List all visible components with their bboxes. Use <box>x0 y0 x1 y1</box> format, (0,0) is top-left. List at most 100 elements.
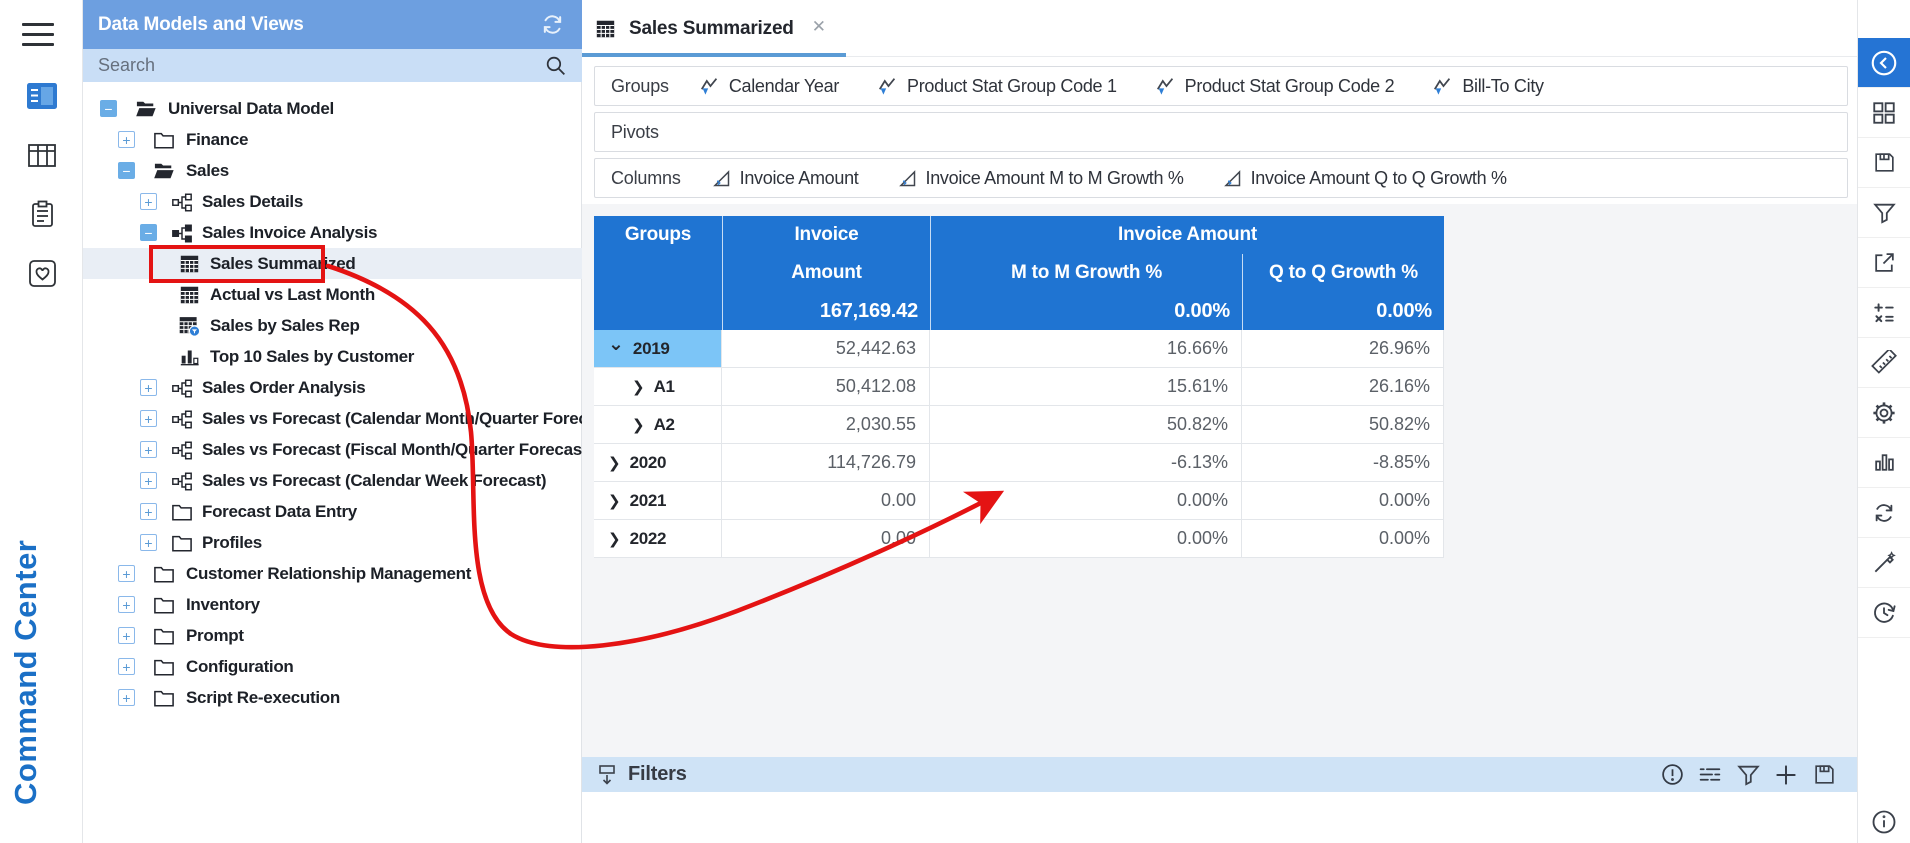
refresh-button[interactable] <box>1858 488 1910 538</box>
tree-item-forecast-data-entry[interactable]: +Forecast Data Entry <box>83 496 582 527</box>
grid-header-invoice-amount-span[interactable]: Invoice Amount <box>930 216 1444 254</box>
settings-button[interactable] <box>1858 388 1910 438</box>
expand-icon[interactable]: + <box>140 503 157 520</box>
expand-icon[interactable]: + <box>118 596 135 613</box>
chart-button[interactable] <box>1858 438 1910 488</box>
chevron-right-icon[interactable]: ❯ <box>608 492 621 510</box>
tasks-icon[interactable] <box>24 196 60 232</box>
hamburger-menu-icon[interactable] <box>22 16 56 46</box>
chevron-down-icon[interactable]: ⌄ <box>608 340 624 350</box>
tree-item-sales-vs-forecast-calendar-month-quarter-forecast[interactable]: +Sales vs Forecast (Calendar Month/Quart… <box>83 403 582 434</box>
grid-header-qtq[interactable]: Q to Q Growth % <box>1242 254 1444 292</box>
tab-title: Sales Summarized <box>629 18 794 40</box>
search-input[interactable]: Search <box>83 49 582 82</box>
filters-bar[interactable]: Filters <box>582 757 1857 792</box>
group-chip-product-stat-group-code-1[interactable]: Product Stat Group Code 1 <box>877 76 1117 97</box>
grid-header-groups[interactable]: Groups <box>594 216 722 254</box>
grid-body: ⌄201952,442.6316.66%26.96%❯A150,412.0815… <box>594 330 1444 558</box>
tree-item-customer-relationship-management[interactable]: +Customer Relationship Management <box>83 558 582 589</box>
expand-icon[interactable]: + <box>140 379 157 396</box>
tree-item-sales-by-sales-rep[interactable]: Sales by Sales Rep <box>83 310 582 341</box>
group-chip-calendar-year[interactable]: Calendar Year <box>699 76 839 97</box>
tree-item-sales-order-analysis[interactable]: +Sales Order Analysis <box>83 372 582 403</box>
grid-header-amount[interactable]: Amount <box>722 254 930 292</box>
tree-item-inventory[interactable]: +Inventory <box>83 589 582 620</box>
group-cell[interactable]: ⌄2019 <box>594 330 722 367</box>
column-chip-invoice-amount[interactable]: Invoice Amount <box>711 168 859 189</box>
expand-icon[interactable]: + <box>140 410 157 427</box>
group-cell[interactable]: ❯A1 <box>594 368 722 405</box>
column-chip-invoice-amount-q-to-q-growth[interactable]: Invoice Amount Q to Q Growth % <box>1222 168 1507 189</box>
tree-item-profiles[interactable]: +Profiles <box>83 527 582 558</box>
chevron-right-icon[interactable]: ❯ <box>608 454 621 472</box>
expand-icon[interactable]: + <box>118 131 135 148</box>
expand-icon[interactable]: + <box>140 193 157 210</box>
search-icon[interactable] <box>543 53 568 78</box>
tree-item-sales[interactable]: −Sales <box>83 155 582 186</box>
tree-item-sales-vs-forecast-fiscal-month-quarter-forecast[interactable]: +Sales vs Forecast (Fiscal Month/Quarter… <box>83 434 582 465</box>
expand-icon[interactable]: + <box>118 565 135 582</box>
filter-button[interactable] <box>1858 188 1910 238</box>
tree-item-top-10-sales-by-customer[interactable]: Top 10 Sales by Customer <box>83 341 582 372</box>
tree-item-prompt[interactable]: +Prompt <box>83 620 582 651</box>
formula-button[interactable] <box>1858 288 1910 338</box>
tree-item-finance[interactable]: +Finance <box>83 124 582 155</box>
refresh-icon[interactable] <box>539 11 566 38</box>
expand-icon[interactable]: + <box>140 472 157 489</box>
alert-info-icon[interactable] <box>1653 757 1691 792</box>
collapse-panel-button[interactable] <box>1858 38 1910 88</box>
layout-button[interactable] <box>1858 88 1910 138</box>
group-cell[interactable]: ❯2020 <box>594 444 722 481</box>
tab-sales-summarized[interactable]: Sales Summarized ✕ <box>582 0 846 57</box>
favorites-icon[interactable] <box>24 255 60 291</box>
group-chip-bill-to-city[interactable]: Bill-To City <box>1432 76 1543 97</box>
save-button[interactable] <box>1858 138 1910 188</box>
collapse-icon[interactable]: − <box>140 224 157 241</box>
history-button[interactable] <box>1858 588 1910 638</box>
save-filter-icon[interactable] <box>1805 757 1843 792</box>
export-button[interactable] <box>1858 238 1910 288</box>
group-cell[interactable]: ❯2022 <box>594 520 722 557</box>
tree-item-script-re-execution[interactable]: +Script Re-execution <box>83 682 582 713</box>
tree-item-configuration[interactable]: + Configuration <box>83 651 582 682</box>
chevron-right-icon[interactable]: ❯ <box>632 378 645 396</box>
expand-icon[interactable]: + <box>118 689 135 706</box>
wand-icon <box>1871 550 1897 576</box>
workspace-icon[interactable] <box>24 78 60 114</box>
expand-icon[interactable]: + <box>140 441 157 458</box>
style-picker-button[interactable] <box>1858 538 1910 588</box>
tree-item-actual-vs-last-month[interactable]: Actual vs Last Month <box>83 279 582 310</box>
tree-item-label: Configuration <box>186 657 294 677</box>
tree-item-universal-data-model[interactable]: − Universal Data Model <box>83 93 582 124</box>
chevron-right-icon[interactable]: ❯ <box>608 530 621 548</box>
group-chip-product-stat-group-code-2[interactable]: Product Stat Group Code 2 <box>1155 76 1395 97</box>
funnel-icon <box>1872 200 1897 225</box>
add-filter-icon[interactable] <box>1767 757 1805 792</box>
bottom-spacer <box>582 792 1857 843</box>
summary-list-icon[interactable] <box>1691 757 1729 792</box>
tree-item-sales-invoice-analysis[interactable]: − Sales Invoice Analysis <box>83 217 582 248</box>
tree-item-sales-summarized[interactable]: Sales Summarized <box>83 248 582 279</box>
grid-header-mtm[interactable]: M to M Growth % <box>930 254 1242 292</box>
info-button[interactable] <box>1858 800 1910 843</box>
tab-close-icon[interactable]: ✕ <box>812 17 826 37</box>
tree-item-label: Sales Invoice Analysis <box>202 223 377 243</box>
expand-icon[interactable]: + <box>118 658 135 675</box>
grid-header-invoice[interactable]: Invoice <box>722 216 930 254</box>
tree-item-sales-details[interactable]: +Sales Details <box>83 186 582 217</box>
measure-button[interactable] <box>1858 338 1910 388</box>
filter-icon[interactable] <box>1729 757 1767 792</box>
column-chip-invoice-amount-m-to-m-growth[interactable]: Invoice Amount M to M Growth % <box>897 168 1184 189</box>
grid-row-a1: ❯A150,412.0815.61%26.16% <box>594 368 1444 406</box>
tree-item-sales-vs-forecast-calendar-week-forecast[interactable]: +Sales vs Forecast (Calendar Week Foreca… <box>83 465 582 496</box>
alert-circle-glyph <box>1660 762 1685 787</box>
collapse-icon[interactable]: − <box>100 100 117 117</box>
chevron-right-icon[interactable]: ❯ <box>632 416 645 434</box>
group-cell[interactable]: ❯2021 <box>594 482 722 519</box>
expand-icon[interactable]: + <box>140 534 157 551</box>
group-cell[interactable]: ❯A2 <box>594 406 722 443</box>
expand-icon[interactable]: + <box>118 627 135 644</box>
collapse-icon[interactable]: − <box>118 162 135 179</box>
data-table-icon[interactable] <box>24 137 60 173</box>
tree-item-label: Universal Data Model <box>168 99 334 119</box>
